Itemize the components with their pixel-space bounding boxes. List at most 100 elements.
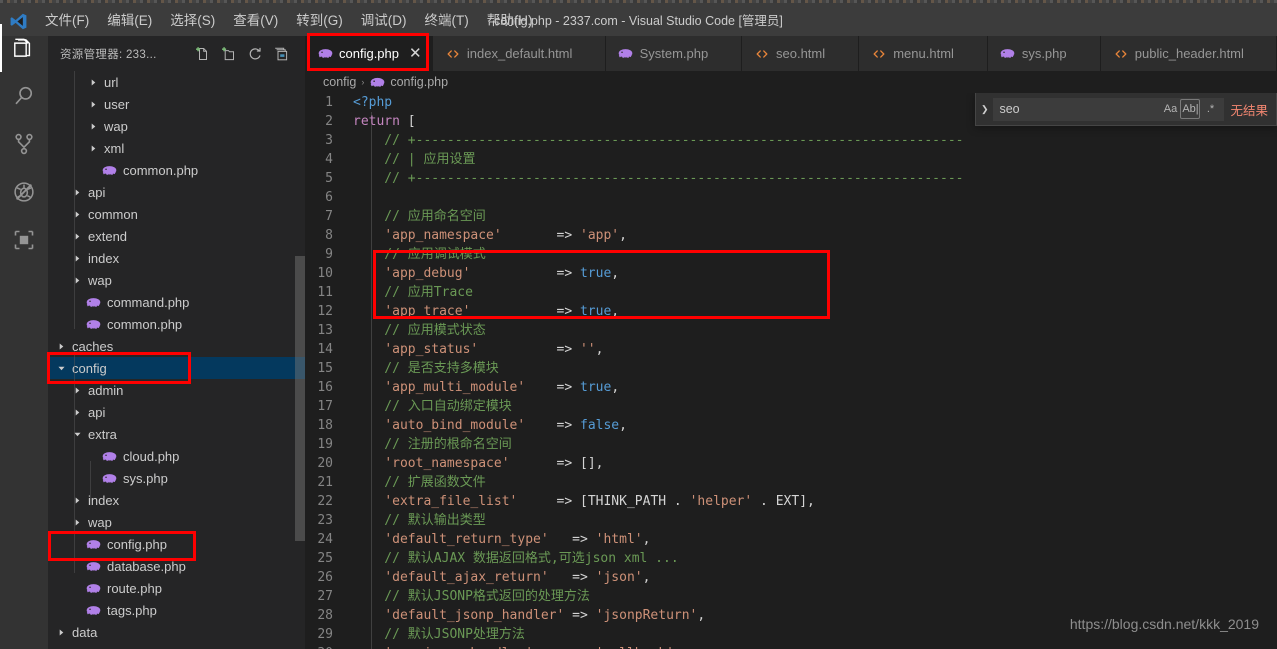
tab-index_default-html[interactable]: index_default.html✕ [432, 36, 606, 71]
code-line[interactable]: 30 'var_jsonp_handler' => 'callback', [305, 644, 1277, 649]
collapse-all-icon[interactable] [273, 46, 289, 62]
tree-item-extend[interactable]: extend [48, 225, 305, 247]
chevron-right-icon[interactable] [56, 621, 66, 643]
tree-item-common-php[interactable]: common.php [48, 159, 305, 181]
code-line[interactable]: 15 // 是否支持多模块 [305, 359, 1277, 378]
close-icon[interactable]: ✕ [409, 46, 422, 61]
code-line[interactable]: 8 'app_namespace' => 'app', [305, 226, 1277, 245]
tree-item-route-php[interactable]: route.php [48, 577, 305, 599]
menu-help[interactable]: 帮助(H) [478, 6, 542, 36]
chevron-right-icon[interactable] [88, 137, 98, 159]
code-line[interactable]: 20 'root_namespace' => [], [305, 454, 1277, 473]
tree-item-index[interactable]: index [48, 247, 305, 269]
menu-selection[interactable]: 选择(S) [161, 6, 224, 36]
code-line[interactable]: 25 // 默认AJAX 数据返回格式,可选json xml ... [305, 549, 1277, 568]
whole-word-icon[interactable]: Ab| [1180, 99, 1201, 119]
code-line[interactable]: 13 // 应用模式状态 [305, 321, 1277, 340]
new-folder-icon[interactable] [221, 46, 237, 62]
menu-debug[interactable]: 调试(D) [352, 6, 416, 36]
code-line[interactable]: 22 'extra_file_list' => [THINK_PATH . 'h… [305, 492, 1277, 511]
code-line[interactable]: 11 // 应用Trace [305, 283, 1277, 302]
tree-item-caches[interactable]: caches [48, 335, 305, 357]
tree-item-user[interactable]: user [48, 93, 305, 115]
line-text: // 应用命名空间 [353, 209, 486, 224]
chevron-right-icon[interactable] [88, 71, 98, 93]
find-input-container[interactable]: Aa Ab| .* [993, 97, 1225, 121]
tree-item-wap[interactable]: wap [48, 115, 305, 137]
tree-item-admin[interactable]: admin [48, 379, 305, 401]
menu-go[interactable]: 转到(G) [287, 6, 352, 36]
tab-public_header-html[interactable]: public_header.html✕ [1100, 36, 1277, 71]
menu-view[interactable]: 查看(V) [224, 6, 287, 36]
find-widget[interactable]: ❯ Aa Ab| .* 无结果 [975, 93, 1277, 126]
tree-item-api[interactable]: api [48, 181, 305, 203]
tree-item-api[interactable]: api [48, 401, 305, 423]
tree-item-config[interactable]: config [48, 357, 305, 379]
tree-item-database-php[interactable]: database.php [48, 555, 305, 577]
tree-item-url[interactable]: url [48, 71, 305, 93]
tree-item-config-php[interactable]: config.php [48, 533, 305, 555]
tree-item-common[interactable]: common [48, 203, 305, 225]
code-line[interactable]: 24 'default_return_type' => 'html', [305, 530, 1277, 549]
code-line[interactable]: 26 'default_ajax_return' => 'json', [305, 568, 1277, 587]
match-case-icon[interactable]: Aa [1160, 99, 1180, 119]
files-icon[interactable] [0, 24, 48, 72]
chevron-right-icon[interactable] [88, 93, 98, 115]
tree-item-wap[interactable]: wap [48, 511, 305, 533]
tab-sys-php[interactable]: sys.php✕ [987, 36, 1101, 71]
debug-icon[interactable] [0, 168, 48, 216]
refresh-icon[interactable] [247, 46, 263, 62]
editor-tabs[interactable]: config.php✕index_default.html✕System.php… [305, 36, 1277, 71]
file-tree[interactable]: url user wap xml common.php api common extend in… [48, 71, 305, 643]
code-line[interactable]: 9 // 应用调试模式 [305, 245, 1277, 264]
code-line[interactable]: 18 'auto_bind_module' => false, [305, 416, 1277, 435]
tree-item-sys-php[interactable]: sys.php [48, 467, 305, 489]
tab-System-php[interactable]: System.php✕ [605, 36, 742, 71]
code-content[interactable]: 1 <?php 2 return [3 // +-------------------… [305, 93, 1277, 649]
tab-seo-html[interactable]: seo.html✕ [742, 36, 860, 71]
code-line[interactable]: 19 // 注册的根命名空间 [305, 435, 1277, 454]
search-icon[interactable] [0, 72, 48, 120]
code-line[interactable]: 5 // +----------------------------------… [305, 169, 1277, 188]
extensions-icon[interactable] [0, 216, 48, 264]
code-line[interactable]: 23 // 默认输出类型 [305, 511, 1277, 530]
code-line[interactable]: 16 'app_multi_module' => true, [305, 378, 1277, 397]
find-expand-icon[interactable]: ❯ [976, 104, 993, 115]
menu-edit[interactable]: 编辑(E) [98, 6, 161, 36]
menu-terminal[interactable]: 终端(T) [416, 6, 478, 36]
tree-item-common-php[interactable]: common.php [48, 313, 305, 335]
code-line[interactable]: 7 // 应用命名空间 [305, 207, 1277, 226]
breadcrumb-item-config-php[interactable]: config.php [369, 74, 448, 90]
tab-config-php[interactable]: config.php ✕ [305, 36, 433, 71]
tree-item-extra[interactable]: extra [48, 423, 305, 445]
source-control-icon[interactable] [0, 120, 48, 168]
menu-bar[interactable]: 文件(F) 编辑(E) 选择(S) 查看(V) 转到(G) 调试(D) 终端(T… [36, 6, 542, 36]
sidebar-scrollbar[interactable] [295, 256, 305, 541]
chevron-right-icon[interactable] [56, 335, 66, 357]
new-file-icon[interactable] [195, 46, 211, 62]
tab-menu-html[interactable]: menu.html✕ [859, 36, 988, 71]
tree-item-command-php[interactable]: command.php [48, 291, 305, 313]
code-line[interactable]: 27 // 默认JSONP格式返回的处理方法 [305, 587, 1277, 606]
breadcrumb-item-config[interactable]: config [323, 75, 356, 89]
code-line[interactable]: 17 // 入口自动绑定模块 [305, 397, 1277, 416]
chevron-right-icon[interactable] [88, 115, 98, 137]
code-line[interactable]: 4 // | 应用设置 [305, 150, 1277, 169]
code-line[interactable]: 14 'app_status' => '', [305, 340, 1277, 359]
code-line[interactable]: 12 'app_trace' => true, [305, 302, 1277, 321]
code-line[interactable]: 6 [305, 188, 1277, 207]
code-editor[interactable]: 1 <?php 2 return [3 // +-------------------… [305, 93, 1277, 649]
tree-item-cloud-php[interactable]: cloud.php [48, 445, 305, 467]
tree-item-wap[interactable]: wap [48, 269, 305, 291]
find-input[interactable] [999, 102, 1161, 116]
chevron-down-icon[interactable] [56, 357, 66, 379]
regex-icon[interactable]: .* [1200, 99, 1220, 119]
tree-item-data[interactable]: data [48, 621, 305, 643]
tree-item-xml[interactable]: xml [48, 137, 305, 159]
tree-item-index[interactable]: index [48, 489, 305, 511]
breadcrumb[interactable]: config › config.php [305, 71, 1277, 93]
code-line[interactable]: 3 // +----------------------------------… [305, 131, 1277, 150]
tree-item-tags-php[interactable]: tags.php [48, 599, 305, 621]
code-line[interactable]: 10 'app_debug' => true, [305, 264, 1277, 283]
code-line[interactable]: 21 // 扩展函数文件 [305, 473, 1277, 492]
